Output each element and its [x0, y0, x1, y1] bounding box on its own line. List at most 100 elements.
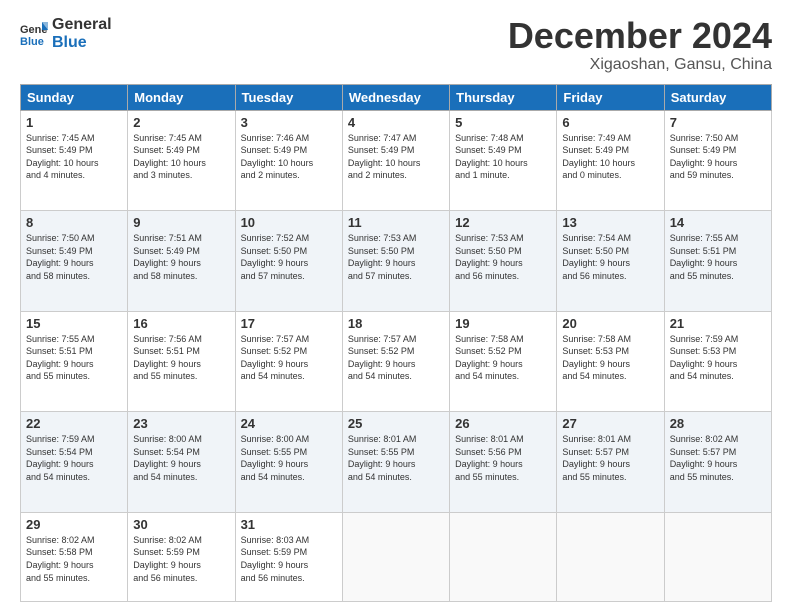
day-info: Sunrise: 7:46 AM Sunset: 5:49 PM Dayligh…: [241, 132, 337, 182]
page: General Blue General Blue December 2024 …: [0, 0, 792, 612]
calendar-cell: 25 Sunrise: 8:01 AM Sunset: 5:55 PM Dayli…: [342, 412, 449, 513]
day-info: Sunrise: 7:52 AM Sunset: 5:50 PM Dayligh…: [241, 232, 337, 282]
day-number: 30: [133, 517, 229, 532]
day-info: Sunrise: 8:00 AM Sunset: 5:55 PM Dayligh…: [241, 433, 337, 483]
day-number: 27: [562, 416, 658, 431]
day-info: Sunrise: 7:54 AM Sunset: 5:50 PM Dayligh…: [562, 232, 658, 282]
calendar-cell: 27Sunrise: 8:01 AM Sunset: 5:57 PM Dayli…: [557, 412, 664, 513]
calendar-cell: 14 Sunrise: 7:55 AM Sunset: 5:51 PM Dayli…: [664, 211, 771, 312]
day-number: 15: [26, 316, 122, 331]
day-info: Sunrise: 7:50 AM Sunset: 5:49 PM Dayligh…: [26, 232, 122, 282]
calendar-cell: 20Sunrise: 7:58 AM Sunset: 5:53 PM Dayli…: [557, 311, 664, 412]
day-info: Sunrise: 8:01 AM Sunset: 5:55 PM Dayligh…: [348, 433, 444, 483]
day-number: 17: [241, 316, 337, 331]
calendar-cell: 16 Sunrise: 7:56 AM Sunset: 5:51 PM Dayli…: [128, 311, 235, 412]
calendar-cell: [557, 512, 664, 601]
calendar-cell: 31 Sunrise: 8:03 AM Sunset: 5:59 PM Dayli…: [235, 512, 342, 601]
day-number: 24: [241, 416, 337, 431]
svg-text:Blue: Blue: [20, 36, 44, 48]
calendar-cell: 7 Sunrise: 7:50 AM Sunset: 5:49 PM Daylig…: [664, 110, 771, 211]
day-number: 25: [348, 416, 444, 431]
day-number: 4: [348, 115, 444, 130]
day-number: 16: [133, 316, 229, 331]
day-number: 8: [26, 215, 122, 230]
calendar-cell: 30 Sunrise: 8:02 AM Sunset: 5:59 PM Dayli…: [128, 512, 235, 601]
header: General Blue General Blue December 2024 …: [20, 16, 772, 74]
day-info: Sunrise: 7:59 AM Sunset: 5:54 PM Dayligh…: [26, 433, 122, 483]
day-info: Sunrise: 7:57 AM Sunset: 5:52 PM Dayligh…: [241, 333, 337, 383]
logo-blue: Blue: [52, 34, 112, 52]
location: Xigaoshan, Gansu, China: [508, 56, 772, 74]
calendar-cell: 1 Sunrise: 7:45 AM Sunset: 5:49 PM Daylig…: [21, 110, 128, 211]
calendar-cell: 21Sunrise: 7:59 AM Sunset: 5:53 PM Dayli…: [664, 311, 771, 412]
day-info: Sunrise: 7:58 AM Sunset: 5:52 PM Dayligh…: [455, 333, 551, 383]
day-info: Sunrise: 7:53 AM Sunset: 5:50 PM Dayligh…: [348, 232, 444, 282]
day-info: Sunrise: 7:51 AM Sunset: 5:49 PM Dayligh…: [133, 232, 229, 282]
calendar-cell: 28 Sunrise: 8:02 AM Sunset: 5:57 PM Dayli…: [664, 412, 771, 513]
calendar-cell: 29 Sunrise: 8:02 AM Sunset: 5:58 PM Dayli…: [21, 512, 128, 601]
weekday-header-thursday: Thursday: [450, 84, 557, 110]
day-info: Sunrise: 7:50 AM Sunset: 5:49 PM Dayligh…: [670, 132, 766, 182]
day-number: 23: [133, 416, 229, 431]
day-info: Sunrise: 7:56 AM Sunset: 5:51 PM Dayligh…: [133, 333, 229, 383]
day-number: 18: [348, 316, 444, 331]
logo-icon: General Blue: [20, 20, 48, 48]
calendar-cell: 24 Sunrise: 8:00 AM Sunset: 5:55 PM Dayli…: [235, 412, 342, 513]
day-number: 2: [133, 115, 229, 130]
day-info: Sunrise: 8:02 AM Sunset: 5:59 PM Dayligh…: [133, 534, 229, 584]
day-number: 3: [241, 115, 337, 130]
day-info: Sunrise: 7:53 AM Sunset: 5:50 PM Dayligh…: [455, 232, 551, 282]
calendar-cell: [450, 512, 557, 601]
day-number: 19: [455, 316, 551, 331]
calendar-cell: 8 Sunrise: 7:50 AM Sunset: 5:49 PM Daylig…: [21, 211, 128, 312]
day-number: 11: [348, 215, 444, 230]
day-number: 6: [562, 115, 658, 130]
day-number: 14: [670, 215, 766, 230]
calendar-cell: 17 Sunrise: 7:57 AM Sunset: 5:52 PM Dayli…: [235, 311, 342, 412]
calendar-cell: 12 Sunrise: 7:53 AM Sunset: 5:50 PM Dayli…: [450, 211, 557, 312]
day-number: 7: [670, 115, 766, 130]
weekday-header-saturday: Saturday: [664, 84, 771, 110]
day-info: Sunrise: 8:01 AM Sunset: 5:56 PM Dayligh…: [455, 433, 551, 483]
calendar-cell: 3 Sunrise: 7:46 AM Sunset: 5:49 PM Daylig…: [235, 110, 342, 211]
weekday-header-sunday: Sunday: [21, 84, 128, 110]
day-info: Sunrise: 7:58 AM Sunset: 5:53 PM Dayligh…: [562, 333, 658, 383]
calendar-cell: 4 Sunrise: 7:47 AM Sunset: 5:49 PM Daylig…: [342, 110, 449, 211]
day-number: 29: [26, 517, 122, 532]
calendar-cell: 9 Sunrise: 7:51 AM Sunset: 5:49 PM Daylig…: [128, 211, 235, 312]
calendar-cell: 6Sunrise: 7:49 AM Sunset: 5:49 PM Daylig…: [557, 110, 664, 211]
day-info: Sunrise: 7:48 AM Sunset: 5:49 PM Dayligh…: [455, 132, 551, 182]
day-info: Sunrise: 8:00 AM Sunset: 5:54 PM Dayligh…: [133, 433, 229, 483]
weekday-header-friday: Friday: [557, 84, 664, 110]
day-number: 28: [670, 416, 766, 431]
day-info: Sunrise: 7:57 AM Sunset: 5:52 PM Dayligh…: [348, 333, 444, 383]
day-number: 10: [241, 215, 337, 230]
day-number: 31: [241, 517, 337, 532]
weekday-header-tuesday: Tuesday: [235, 84, 342, 110]
day-info: Sunrise: 7:45 AM Sunset: 5:49 PM Dayligh…: [26, 132, 122, 182]
day-info: Sunrise: 7:45 AM Sunset: 5:49 PM Dayligh…: [133, 132, 229, 182]
day-info: Sunrise: 7:55 AM Sunset: 5:51 PM Dayligh…: [26, 333, 122, 383]
calendar-cell: 22 Sunrise: 7:59 AM Sunset: 5:54 PM Dayli…: [21, 412, 128, 513]
title-block: December 2024 Xigaoshan, Gansu, China: [508, 16, 772, 74]
day-info: Sunrise: 8:02 AM Sunset: 5:57 PM Dayligh…: [670, 433, 766, 483]
day-number: 22: [26, 416, 122, 431]
day-number: 1: [26, 115, 122, 130]
calendar-cell: [664, 512, 771, 601]
weekday-header-row: SundayMondayTuesdayWednesdayThursdayFrid…: [21, 84, 772, 110]
weekday-header-wednesday: Wednesday: [342, 84, 449, 110]
day-number: 9: [133, 215, 229, 230]
day-info: Sunrise: 7:47 AM Sunset: 5:49 PM Dayligh…: [348, 132, 444, 182]
day-number: 21: [670, 316, 766, 331]
calendar-cell: 11 Sunrise: 7:53 AM Sunset: 5:50 PM Dayli…: [342, 211, 449, 312]
day-number: 5: [455, 115, 551, 130]
day-info: Sunrise: 7:55 AM Sunset: 5:51 PM Dayligh…: [670, 232, 766, 282]
calendar-cell: 19 Sunrise: 7:58 AM Sunset: 5:52 PM Dayli…: [450, 311, 557, 412]
calendar: SundayMondayTuesdayWednesdayThursdayFrid…: [20, 84, 772, 602]
day-info: Sunrise: 8:02 AM Sunset: 5:58 PM Dayligh…: [26, 534, 122, 584]
calendar-cell: 13 Sunrise: 7:54 AM Sunset: 5:50 PM Dayli…: [557, 211, 664, 312]
day-info: Sunrise: 8:03 AM Sunset: 5:59 PM Dayligh…: [241, 534, 337, 584]
day-number: 12: [455, 215, 551, 230]
calendar-cell: 26Sunrise: 8:01 AM Sunset: 5:56 PM Dayli…: [450, 412, 557, 513]
day-number: 13: [562, 215, 658, 230]
